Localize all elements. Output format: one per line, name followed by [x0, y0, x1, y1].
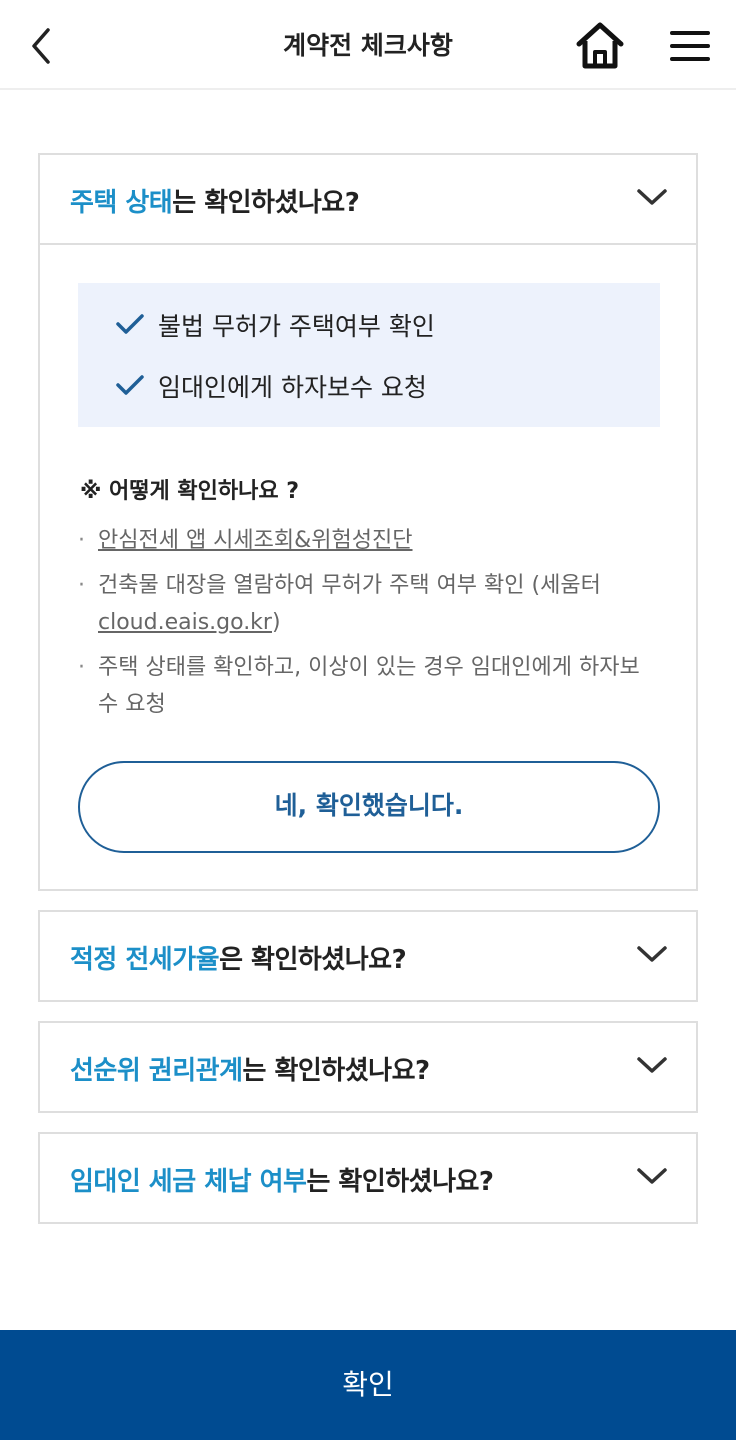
guide-bullet: · 안심전세 앱 시세조회&위험성진단: [78, 528, 413, 553]
accordion-question: 임대인 세금 체납 여부는 확인하셨나요?: [70, 1161, 494, 1198]
question-rest: 는 확인하셨나요?: [172, 188, 360, 218]
guide-text: 주택 상태를 확인하고, 이상이 있는 경우 임대인에게 하자보수 요청: [98, 655, 640, 717]
accordion-question: 적정 전세가율은 확인하셨나요?: [70, 939, 407, 976]
question-rest: 는 확인하셨나요?: [242, 1056, 431, 1086]
question-highlight: 적정 전세가율: [70, 945, 220, 975]
hamburger-menu-icon: [670, 31, 710, 61]
accordion-jeonse-ratio: 적정 전세가율은 확인하셨나요?: [38, 910, 698, 1002]
accordion-header-senior-rights[interactable]: 선순위 권리관계는 확인하셨나요?: [40, 1023, 696, 1111]
checklist-box: 불법 무허가 주택여부 확인 임대인에게 하자보수 요청: [78, 283, 660, 427]
confirm-button[interactable]: 확인: [0, 1330, 736, 1440]
check-icon: [116, 314, 144, 334]
guide-bullet: · 건축물 대장을 열람하여 무허가 주택 여부 확인 (세움터 cloud.ea…: [78, 573, 601, 635]
question-highlight: 임대인 세금 체납 여부: [70, 1167, 307, 1197]
confirm-checked-button[interactable]: 네, 확인했습니다.: [78, 761, 660, 853]
accordion-question: 선순위 권리관계는 확인하셨나요?: [70, 1050, 430, 1087]
guide-text: 건축물 대장을 열람하여 무허가 주택 여부 확인 (세움터: [98, 573, 601, 598]
guide-bullet: · 주택 상태를 확인하고, 이상이 있는 경우 임대인에게 하자보수 요청: [78, 649, 648, 723]
app-header: 계약전 체크사항: [0, 0, 736, 90]
home-button[interactable]: [574, 20, 626, 72]
accordion-header-jeonse-ratio[interactable]: 적정 전세가율은 확인하셨나요?: [40, 912, 696, 1000]
app-risk-check-link[interactable]: 안심전세 앱 시세조회&위험성진단: [98, 528, 413, 553]
accordion-header-housing-condition[interactable]: 주택 상태는 확인하셨나요?: [40, 155, 696, 245]
accordion-tax-arrears: 임대인 세금 체납 여부는 확인하셨나요?: [38, 1132, 698, 1224]
question-highlight: 선순위 권리관계: [70, 1056, 243, 1086]
accordion-senior-rights: 선순위 권리관계는 확인하셨나요?: [38, 1021, 698, 1113]
check-icon: [116, 375, 144, 395]
chevron-down-icon: [637, 1057, 667, 1073]
eais-link[interactable]: cloud.eais.go.kr: [98, 610, 272, 635]
question-rest: 은 확인하셨나요?: [219, 945, 407, 975]
accordion-question: 주택 상태는 확인하셨나요?: [70, 182, 360, 219]
guide-text-tail: ): [271, 610, 281, 635]
menu-button[interactable]: [668, 26, 712, 66]
accordion-header-tax-arrears[interactable]: 임대인 세금 체납 여부는 확인하셨나요?: [40, 1134, 696, 1222]
chevron-down-icon: [637, 189, 667, 205]
checklist-item-label: 불법 무허가 주택여부 확인: [158, 312, 435, 341]
checklist-item-label: 임대인에게 하자보수 요청: [158, 373, 427, 402]
how-to-check-title: ※ 어떻게 확인하나요 ?: [80, 479, 300, 504]
chevron-down-icon: [637, 946, 667, 962]
home-icon: [576, 22, 624, 69]
question-rest: 는 확인하셨나요?: [306, 1167, 494, 1197]
question-highlight: 주택 상태: [70, 188, 173, 218]
accordion-housing-condition: 주택 상태는 확인하셨나요? 불법 무허가 주택여부 확인 임대인에게 하자보수…: [38, 153, 698, 891]
chevron-down-icon: [637, 1168, 667, 1184]
